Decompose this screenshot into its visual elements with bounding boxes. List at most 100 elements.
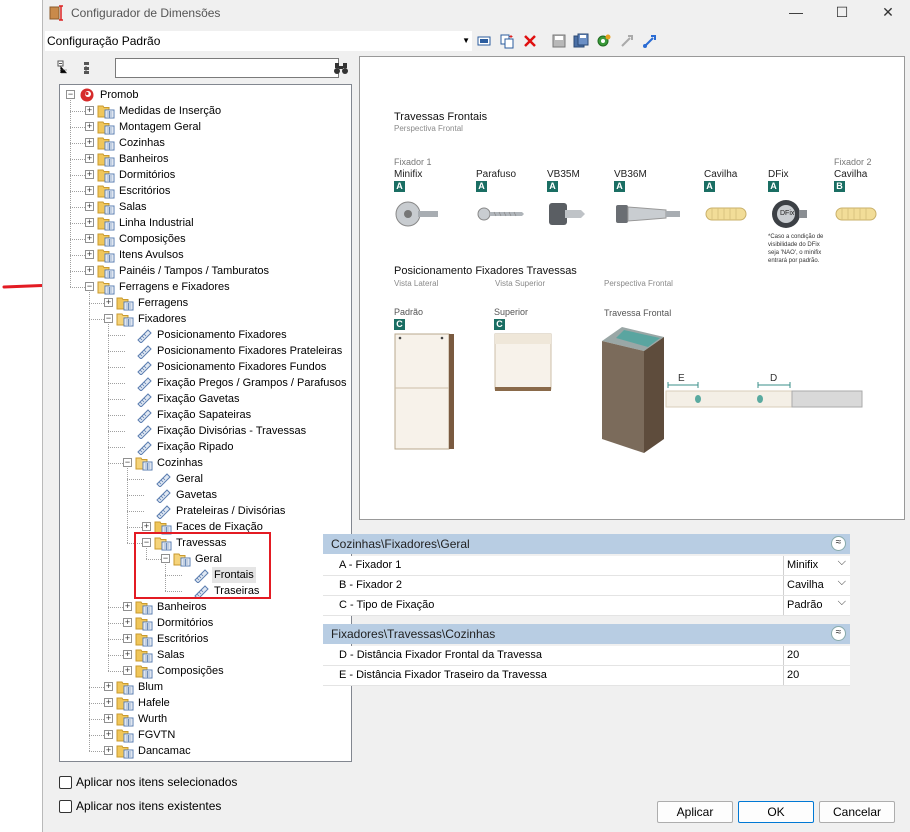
tree-toolbar bbox=[57, 58, 351, 80]
property-name: E - Distância Fixador Traseiro da Traves… bbox=[339, 669, 547, 681]
tree-connector bbox=[127, 479, 144, 480]
save-icon[interactable] bbox=[551, 33, 567, 49]
tree-node-label: Gavetas bbox=[176, 489, 217, 501]
property-name: B - Fixador 2 bbox=[339, 579, 402, 591]
close-button[interactable]: ✕ bbox=[865, 0, 910, 26]
checkbox-box[interactable] bbox=[59, 800, 72, 813]
perspective-cabinet-illustration bbox=[602, 327, 664, 453]
property-group-header[interactable]: Fixadores\Travessas\Cozinhas ≈ bbox=[323, 624, 850, 644]
promob-logo-icon bbox=[78, 87, 96, 103]
binoculars-icon[interactable] bbox=[333, 60, 349, 76]
expand-icon[interactable]: + bbox=[142, 522, 151, 531]
expand-icon[interactable]: + bbox=[123, 618, 132, 627]
tree-search-input[interactable] bbox=[115, 58, 339, 78]
dimension-configurator-window: Configurador de Dimensões — ☐ ✕ Configur… bbox=[42, 0, 910, 832]
property-row: E - Distância Fixador Traseiro da Traves… bbox=[323, 666, 850, 686]
collapse-group-icon[interactable]: ≈ bbox=[831, 626, 846, 641]
fixer-badge: A bbox=[614, 181, 625, 192]
property-name: A - Fixador 1 bbox=[339, 559, 402, 571]
save-as-icon[interactable] bbox=[573, 33, 589, 49]
copy-icon[interactable] bbox=[499, 33, 515, 49]
expand-icon[interactable]: + bbox=[104, 298, 113, 307]
expand-icon[interactable]: + bbox=[104, 682, 113, 691]
padrao-label: Padrão bbox=[394, 307, 424, 317]
expand-icon[interactable]: + bbox=[85, 218, 94, 227]
config-item-icon bbox=[135, 391, 153, 408]
maximize-button[interactable]: ☐ bbox=[819, 0, 865, 26]
checkbox-box[interactable] bbox=[59, 776, 72, 789]
fixer-illustration-parafuso bbox=[476, 197, 526, 234]
minimize-button[interactable]: — bbox=[773, 0, 819, 26]
expand-icon[interactable]: + bbox=[123, 634, 132, 643]
collapse-group-icon[interactable]: ≈ bbox=[831, 536, 846, 551]
apply-button[interactable]: Aplicar bbox=[657, 801, 733, 823]
expand-icon[interactable]: + bbox=[85, 122, 94, 131]
tree-node-label: Escritórios bbox=[119, 185, 171, 197]
folder-icon bbox=[97, 199, 115, 215]
collapse-icon[interactable]: − bbox=[85, 282, 94, 291]
expand-icon[interactable]: + bbox=[85, 234, 94, 243]
view-lateral-label: Vista Lateral bbox=[394, 279, 439, 288]
expand-icon[interactable]: + bbox=[85, 186, 94, 195]
tree-connector bbox=[108, 415, 125, 416]
folder-icon bbox=[97, 183, 115, 199]
tree-node-label: Linha Industrial bbox=[119, 217, 194, 229]
expand-icon[interactable]: + bbox=[123, 650, 132, 659]
tree-node-label: Painéis / Tampos / Tamburatos bbox=[119, 265, 270, 277]
select-icon[interactable] bbox=[476, 33, 492, 49]
collapse-icon[interactable]: − bbox=[104, 314, 113, 323]
folder-icon bbox=[97, 231, 115, 247]
title-bar: Configurador de Dimensões — ☐ ✕ bbox=[43, 0, 910, 26]
tree-node-label: Promob bbox=[100, 89, 139, 101]
settings-icon[interactable] bbox=[596, 33, 612, 49]
expand-icon[interactable]: + bbox=[104, 746, 113, 755]
expand-icon[interactable]: + bbox=[104, 698, 113, 707]
property-row: D - Distância Fixador Frontal da Travess… bbox=[323, 646, 850, 666]
expand-icon[interactable]: + bbox=[123, 666, 132, 675]
tree-connector bbox=[108, 399, 125, 400]
expand-icon[interactable]: + bbox=[104, 714, 113, 723]
collapse-icon[interactable]: − bbox=[123, 458, 132, 467]
dfix-drawing-label: DFix bbox=[780, 210, 795, 217]
folder-icon bbox=[116, 679, 134, 695]
ok-button[interactable]: OK bbox=[738, 801, 814, 823]
property-value-input[interactable]: 20 bbox=[783, 646, 850, 665]
fixer-slot-label: Fixador 1 bbox=[394, 157, 432, 167]
expand-icon[interactable]: + bbox=[85, 202, 94, 211]
tree-node-label: Composições bbox=[157, 665, 224, 677]
fixer-name: Cavilha bbox=[704, 169, 738, 180]
expand-icon[interactable]: + bbox=[85, 106, 94, 115]
tree-node-label: Fixadores bbox=[138, 313, 187, 325]
fixer-name: VB35M bbox=[547, 169, 580, 180]
tree-node-label: Salas bbox=[157, 649, 185, 661]
preview-title: Travessas Frontais bbox=[394, 111, 488, 123]
collapse-icon[interactable]: − bbox=[66, 90, 75, 99]
delete-icon[interactable] bbox=[522, 33, 538, 49]
tree-connector bbox=[108, 431, 125, 432]
fixer-badge: A bbox=[476, 181, 487, 192]
property-value-input[interactable]: 20 bbox=[783, 666, 850, 685]
property-value-select[interactable]: Padrão bbox=[783, 593, 850, 615]
tree-connector bbox=[108, 335, 125, 336]
expand-all-icon[interactable] bbox=[81, 60, 97, 76]
expand-icon[interactable]: + bbox=[85, 170, 94, 179]
folder-icon bbox=[116, 311, 134, 327]
export-icon[interactable] bbox=[642, 33, 658, 49]
tree-node-label: Ferragens e Fixadores bbox=[119, 281, 230, 293]
configuration-select[interactable]: Configuração Padrão ▼ bbox=[45, 31, 472, 51]
tree-node-label: Fixação Divisórias - Travessas bbox=[157, 425, 307, 437]
property-group-header[interactable]: Cozinhas\Fixadores\Geral ≈ bbox=[323, 534, 850, 554]
expand-icon[interactable]: + bbox=[85, 250, 94, 259]
config-item-icon bbox=[135, 359, 153, 376]
expand-icon[interactable]: + bbox=[85, 266, 94, 275]
expand-icon[interactable]: + bbox=[85, 138, 94, 147]
expand-icon[interactable]: + bbox=[104, 730, 113, 739]
collapse-all-icon[interactable] bbox=[57, 60, 73, 76]
config-item-icon bbox=[135, 407, 153, 424]
tree-node-label: Dancamac bbox=[138, 745, 191, 757]
expand-icon[interactable]: + bbox=[85, 154, 94, 163]
expand-icon[interactable]: + bbox=[123, 602, 132, 611]
import-icon[interactable] bbox=[619, 33, 635, 49]
cancel-button[interactable]: Cancelar bbox=[819, 801, 895, 823]
folder-icon bbox=[97, 135, 115, 151]
